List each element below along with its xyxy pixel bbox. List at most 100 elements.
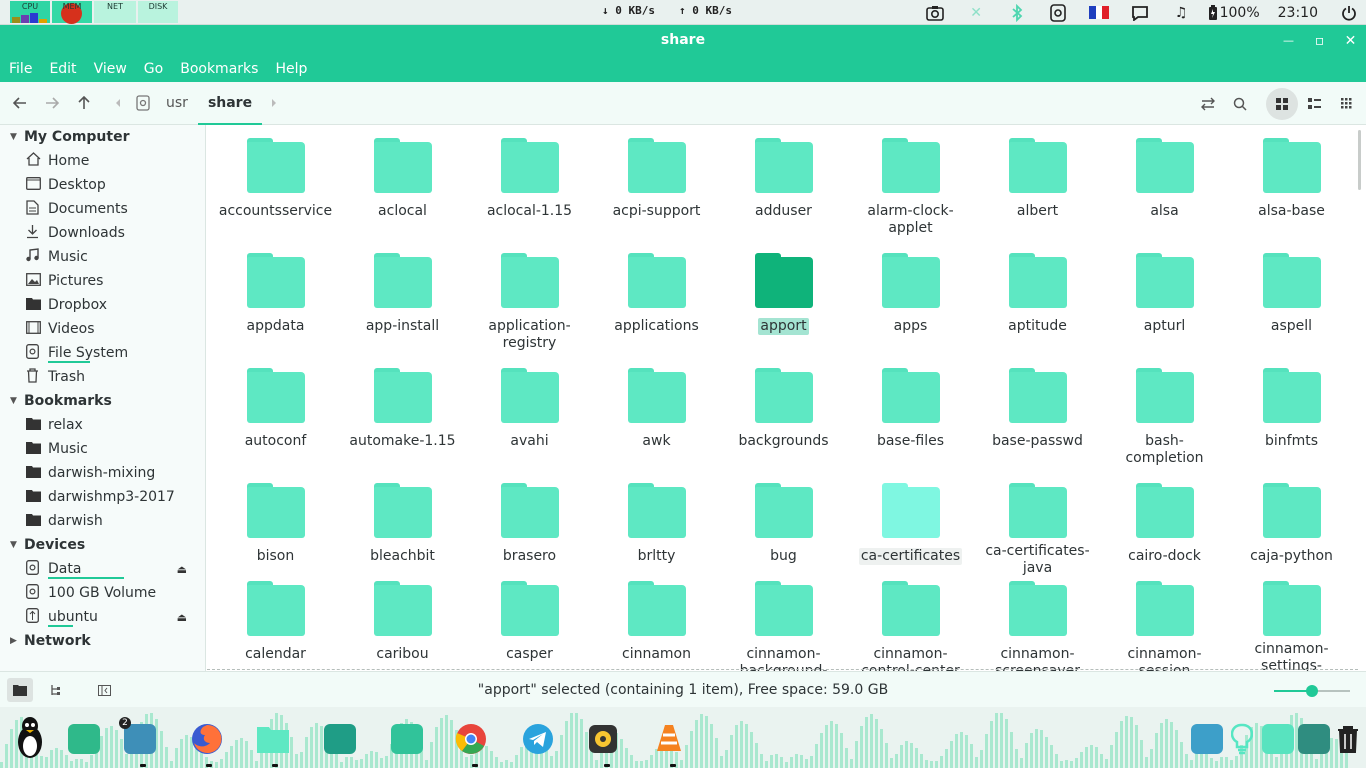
zoom-slider-handle[interactable] xyxy=(1306,685,1318,697)
folder-item[interactable]: accountsservice xyxy=(212,134,339,249)
location-toggle-button[interactable] xyxy=(1192,88,1224,120)
folder-item[interactable]: apps xyxy=(847,249,974,364)
folder-item[interactable]: aspell xyxy=(1228,249,1355,364)
folder-item[interactable]: adduser xyxy=(720,134,847,249)
folder-item[interactable]: automake-1.15 xyxy=(339,364,466,479)
clock-app-icon[interactable] xyxy=(1189,721,1225,757)
triangle-down-icon[interactable]: ▼ xyxy=(10,540,24,550)
screenshot-app-icon[interactable] xyxy=(389,721,425,757)
folder-item[interactable]: ca-certificates- java xyxy=(974,479,1101,577)
sidebar-item-darwish[interactable]: darwish xyxy=(0,509,205,533)
triangle-down-icon[interactable]: ▼ xyxy=(10,396,24,406)
folder-item[interactable]: bleachbit xyxy=(339,479,466,577)
sidebar-item-music[interactable]: Music xyxy=(0,245,205,269)
folder-item[interactable]: cinnamon- control-center xyxy=(847,577,974,671)
sidebar-item-music[interactable]: Music xyxy=(0,437,205,461)
close-button[interactable]: ✕ xyxy=(1335,25,1366,56)
folder-item[interactable]: aptitude xyxy=(974,249,1101,364)
screenshot-icon[interactable] xyxy=(915,0,956,25)
menu-help[interactable]: Help xyxy=(274,61,315,77)
bluetooth-icon[interactable] xyxy=(997,0,1038,25)
menu-edit[interactable]: Edit xyxy=(48,61,84,77)
window-titlebar[interactable]: share — ▫ ✕ xyxy=(0,25,1366,56)
battery-icon[interactable]: 100% xyxy=(1202,0,1266,25)
root-crumb-button[interactable] xyxy=(130,87,156,119)
folder-item[interactable]: base-passwd xyxy=(974,364,1101,479)
folder-item[interactable]: alsa-base xyxy=(1228,134,1355,249)
folder-item[interactable]: avahi xyxy=(466,364,593,479)
id-card-icon[interactable] xyxy=(1260,721,1296,757)
breadcrumb-next-button[interactable] xyxy=(262,87,286,119)
finder-icon[interactable]: 2 xyxy=(119,717,158,757)
folder-item[interactable]: bug xyxy=(720,479,847,577)
folder-item[interactable]: app-install xyxy=(339,249,466,364)
mem-monitor[interactable]: MEM xyxy=(52,0,92,24)
sidebar-item-file-system[interactable]: File System xyxy=(0,341,205,365)
clock[interactable]: 23:10 xyxy=(1266,5,1332,21)
net-monitor[interactable]: NET xyxy=(94,0,136,23)
triangle-right-icon[interactable]: ▶ xyxy=(10,636,24,646)
chrome-icon[interactable] xyxy=(453,721,489,757)
sidebar-item-videos[interactable]: Videos xyxy=(0,317,205,341)
sidebar-item-trash[interactable]: Trash xyxy=(0,365,205,389)
forward-button[interactable] xyxy=(36,87,68,119)
compact-view-button[interactable] xyxy=(1330,88,1362,120)
folder-item[interactable]: apport xyxy=(720,249,847,364)
files-icon[interactable] xyxy=(255,721,291,757)
crumb-usr[interactable]: usr xyxy=(156,82,198,125)
sidebar-item-darwishmp3-2017[interactable]: darwishmp3-2017 xyxy=(0,485,205,509)
folder-item[interactable]: alarm-clock- applet xyxy=(847,134,974,249)
sidebar-item-darwish-mixing[interactable]: darwish-mixing xyxy=(0,461,205,485)
list-view-button[interactable] xyxy=(1298,88,1330,120)
eject-icon[interactable]: ⏏ xyxy=(177,611,187,624)
power-icon[interactable] xyxy=(1332,0,1366,25)
folder-item[interactable]: casper xyxy=(466,577,593,671)
eject-icon[interactable]: ⏏ xyxy=(177,563,187,576)
menu-file[interactable]: File xyxy=(8,61,40,77)
folder-item[interactable]: cinnamon- settings-daemon xyxy=(1228,577,1355,671)
sidebar-section-network[interactable]: ▶ Network xyxy=(0,629,205,653)
terminal-icon[interactable] xyxy=(66,721,102,757)
maximize-button[interactable]: ▫ xyxy=(1304,25,1335,56)
sidebar-item-documents[interactable]: Documents xyxy=(0,197,205,221)
folder-item[interactable]: bison xyxy=(212,479,339,577)
sidebar-item-100-gb-volume[interactable]: 100 GB Volume xyxy=(0,581,205,605)
sidebar-item-desktop[interactable]: Desktop xyxy=(0,173,205,197)
menu-go[interactable]: Go xyxy=(143,61,171,77)
up-button[interactable] xyxy=(68,87,100,119)
sidebar-item-data[interactable]: Data ⏏ xyxy=(0,557,205,581)
network-icon[interactable]: ✕ xyxy=(956,0,997,25)
chat-icon[interactable] xyxy=(1120,0,1161,25)
keyboard-layout-icon[interactable] xyxy=(1296,721,1332,757)
sidebar-section-bookmarks[interactable]: ▼ Bookmarks xyxy=(0,389,205,413)
folder-item[interactable]: cairo-dock xyxy=(1101,479,1228,577)
folder-item[interactable]: backgrounds xyxy=(720,364,847,479)
scrollbar[interactable] xyxy=(1358,130,1361,190)
linux-menu-icon[interactable] xyxy=(12,715,48,761)
lightbulb-icon[interactable] xyxy=(1224,721,1260,757)
keyboard-app-icon[interactable] xyxy=(322,721,358,757)
disk-monitor[interactable]: DISK xyxy=(138,0,178,23)
folder-item[interactable]: cinnamon xyxy=(593,577,720,671)
sidebar-item-relax[interactable]: relax xyxy=(0,413,205,437)
crumb-share[interactable]: share xyxy=(197,82,263,125)
cpu-monitor[interactable]: CPU xyxy=(10,0,50,23)
search-button[interactable] xyxy=(1224,88,1256,120)
folder-item[interactable]: cinnamon- background- xyxy=(720,577,847,671)
sidebar-item-home[interactable]: Home xyxy=(0,149,205,173)
folder-item[interactable]: aclocal xyxy=(339,134,466,249)
folder-item[interactable]: ca-certificates xyxy=(847,479,974,577)
disk-icon[interactable] xyxy=(1038,0,1079,25)
folder-item[interactable]: autoconf xyxy=(212,364,339,479)
sidebar-item-ubuntu[interactable]: ubuntu ⏏ xyxy=(0,605,205,629)
folder-item[interactable]: bash-completion xyxy=(1101,364,1228,479)
sidebar-item-pictures[interactable]: Pictures xyxy=(0,269,205,293)
rhythmbox-icon[interactable] xyxy=(585,721,621,757)
menu-bookmarks[interactable]: Bookmarks xyxy=(179,61,266,77)
zoom-slider[interactable] xyxy=(1274,685,1350,697)
back-button[interactable] xyxy=(4,87,36,119)
folder-item[interactable]: apturl xyxy=(1101,249,1228,364)
breadcrumb-prev-button[interactable] xyxy=(106,87,130,119)
icon-view-button[interactable] xyxy=(1266,87,1298,120)
triangle-down-icon[interactable]: ▼ xyxy=(10,132,24,142)
